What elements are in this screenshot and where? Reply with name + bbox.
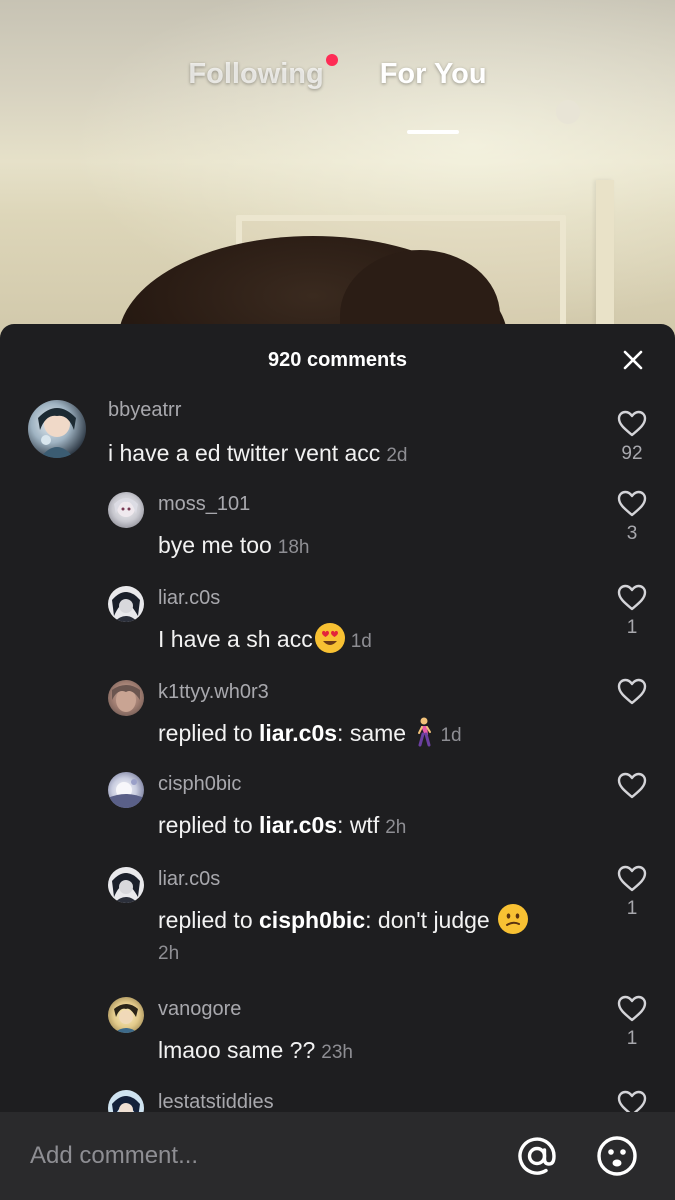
feed-tabs: Following For You (0, 54, 675, 134)
avatar[interactable] (108, 867, 144, 903)
comment-time: 18h (277, 537, 310, 558)
like-button[interactable]: 3 (617, 490, 647, 545)
comment-text: I have a sh acc 1d (158, 622, 372, 659)
like-count: 1 (626, 898, 638, 919)
heart-eyes-emoji (314, 623, 345, 653)
reply-prefix: replied to (158, 907, 260, 933)
comment-username[interactable]: bbyeatrr (108, 399, 181, 422)
avatar[interactable] (108, 492, 144, 528)
comments-header: 920 comments (0, 324, 675, 396)
heart-outline-icon (617, 584, 647, 611)
reply-prefix: replied to (158, 720, 260, 746)
avatar-art (114, 498, 138, 517)
comment-time: 2h (385, 817, 407, 838)
comments-list[interactable]: bbyeatrr i have a ed twitter vent acc 2d … (0, 396, 675, 1112)
avatar-art (112, 873, 140, 903)
comment-username[interactable]: lestatstiddies (158, 1091, 274, 1112)
active-tab-indicator (407, 130, 460, 134)
comment-username[interactable]: cisph0bic (158, 773, 241, 796)
like-button[interactable]: 1 (617, 995, 647, 1050)
confused-face-emoji (498, 904, 529, 934)
close-icon (623, 350, 643, 370)
heart-outline-icon (617, 678, 647, 705)
tab-for-you-label: For You (379, 58, 487, 90)
comment-text: replied to liar.c0s: wtf 2h (158, 808, 406, 845)
comment-text: replied to liar.c0s: same 1d (158, 716, 462, 753)
like-count: 3 (626, 523, 638, 544)
avatar-art (108, 779, 144, 808)
comment-username[interactable]: k1ttyy.wh0r3 (158, 681, 269, 704)
tab-following-label: Following (188, 58, 324, 90)
comment-username[interactable]: liar.c0s (158, 587, 220, 610)
comment-text: lmaoo same ?? 23h (158, 1033, 353, 1070)
comment-text: i have a ed twitter vent acc 2d (108, 436, 407, 473)
avatar-art (38, 408, 76, 458)
avatar[interactable] (108, 772, 144, 808)
comment-time: 2d (386, 445, 408, 466)
comment-body: : same (337, 720, 407, 746)
like-button[interactable] (617, 1090, 647, 1112)
avatar-art (112, 592, 140, 622)
comment-body: bye me too (158, 532, 272, 558)
comment-input[interactable] (0, 1112, 515, 1200)
tab-following[interactable]: Following (188, 54, 338, 118)
comment-username[interactable]: moss_101 (158, 493, 250, 516)
close-button[interactable] (621, 348, 645, 372)
reply-mention[interactable]: liar.c0s (259, 812, 337, 838)
comment-body: : don't judge (365, 907, 490, 933)
avatar[interactable] (108, 680, 144, 716)
avatar-art (114, 1004, 138, 1033)
comments-count-title: 920 comments (268, 348, 407, 371)
comments-sheet: 920 comments bbyeatrr i have a ed twitte… (0, 324, 675, 1200)
at-sign-icon[interactable] (515, 1134, 559, 1178)
comment-body: lmaoo same ?? (158, 1037, 316, 1063)
comment-text: bye me too 18h (158, 528, 310, 565)
comment-body: : wtf (337, 812, 380, 838)
comment-input-bar (0, 1112, 675, 1200)
heart-outline-icon (617, 865, 647, 892)
video-background[interactable] (0, 0, 675, 360)
comment-time: 23h (321, 1042, 353, 1063)
like-button[interactable]: 1 (617, 584, 647, 639)
comment-text: replied to cisph0bic: don't judge (158, 903, 529, 937)
like-count: 1 (626, 1028, 638, 1049)
comment-time: 1d (440, 725, 462, 746)
comment-username[interactable]: vanogore (158, 998, 241, 1021)
like-button[interactable]: 1 (617, 865, 647, 920)
comment-body: i have a ed twitter vent acc (108, 440, 381, 466)
like-button[interactable]: 92 (617, 410, 647, 465)
heart-outline-icon (617, 410, 647, 437)
tab-for-you[interactable]: For You (379, 58, 487, 134)
reply-mention[interactable]: liar.c0s (259, 720, 337, 746)
like-button[interactable] (617, 772, 647, 799)
walking-person-emoji (412, 717, 434, 747)
heart-outline-icon (617, 772, 647, 799)
comment-time: 2h (158, 943, 180, 964)
avatar[interactable] (108, 586, 144, 622)
like-button[interactable] (617, 678, 647, 705)
avatar-art (112, 1096, 140, 1112)
comment-body: I have a sh acc (158, 626, 313, 652)
avatar-art (112, 685, 140, 712)
like-count: 1 (626, 617, 638, 638)
avatar[interactable] (108, 1090, 144, 1112)
heart-outline-icon (617, 995, 647, 1022)
heart-outline-icon (617, 490, 647, 517)
avatar[interactable] (28, 400, 86, 458)
comment-username[interactable]: liar.c0s (158, 868, 220, 891)
like-count: 92 (621, 443, 643, 464)
heart-outline-icon (617, 1090, 647, 1112)
reply-prefix: replied to (158, 812, 260, 838)
reply-mention[interactable]: cisph0bic (259, 907, 365, 933)
avatar[interactable] (108, 997, 144, 1033)
comment-time: 1d (350, 631, 372, 652)
notification-dot (325, 54, 338, 66)
emoji-icon[interactable] (595, 1134, 639, 1178)
